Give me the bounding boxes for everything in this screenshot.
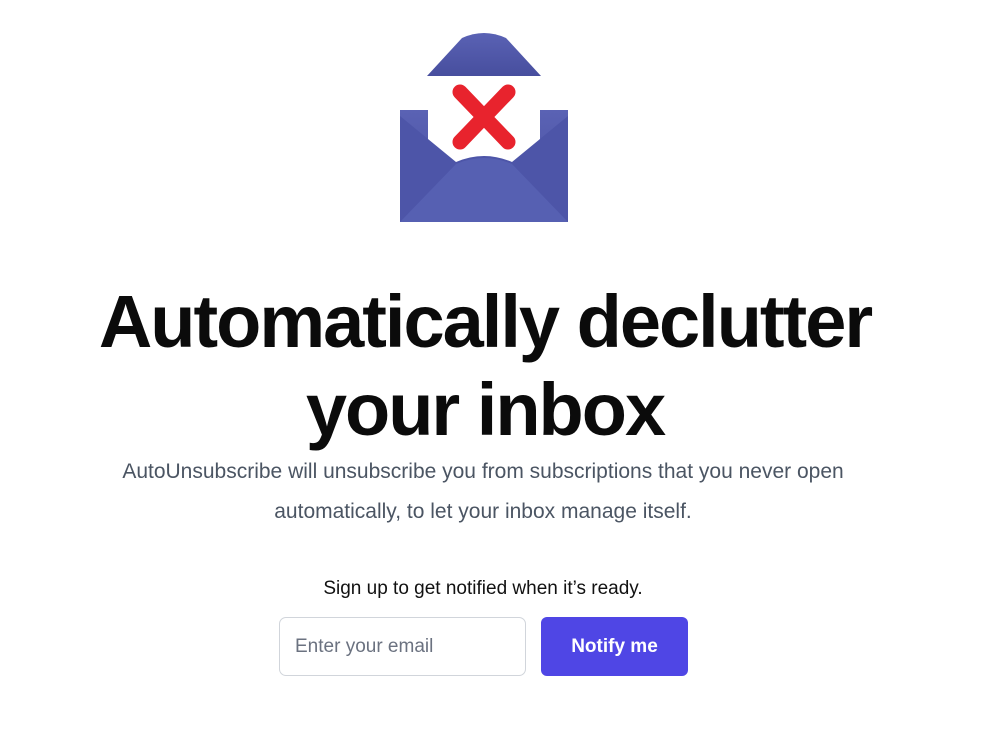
headline-line-1: Automatically declutter bbox=[98, 280, 873, 363]
subtitle-line-2: automatically, to let your inbox manage … bbox=[274, 500, 692, 523]
envelope-unsubscribe-icon bbox=[400, 32, 568, 222]
subtitle-line-1: AutoUnsubscribe will unsubscribe you fro… bbox=[122, 460, 844, 483]
page-title: Automatically declutter your inbox bbox=[0, 278, 970, 454]
headline-line-2: your inbox bbox=[305, 368, 666, 451]
notify-me-button[interactable]: Notify me bbox=[541, 617, 688, 676]
landing-page: Automatically declutter your inbox AutoU… bbox=[0, 0, 1000, 733]
email-input[interactable] bbox=[279, 617, 526, 676]
signup-prompt: Sign up to get notified when it’s ready. bbox=[323, 578, 643, 599]
hero-description: AutoUnsubscribe will unsubscribe you fro… bbox=[0, 452, 966, 532]
